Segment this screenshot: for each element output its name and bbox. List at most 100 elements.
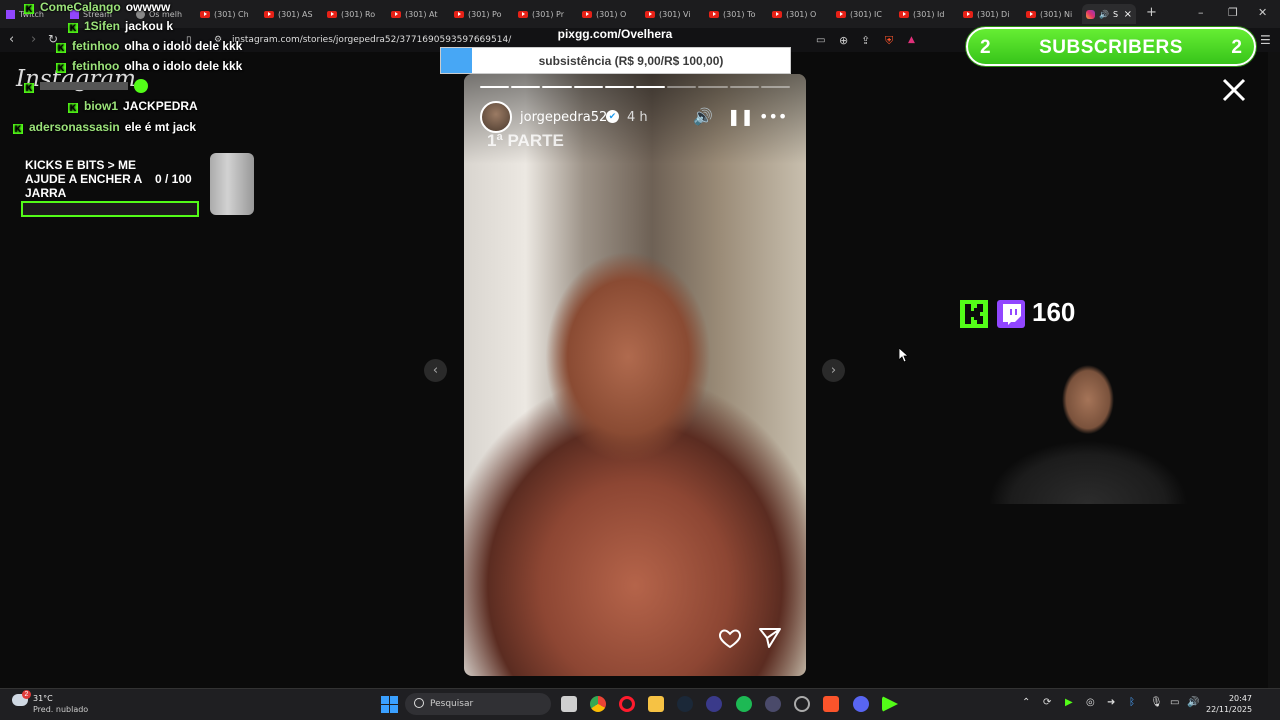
pix-goal-bar: subsistência (R$ 9,00/R$ 100,00): [440, 47, 791, 74]
brave-rewards-icon[interactable]: ▲: [908, 35, 915, 45]
browser-tab[interactable]: (301) Id: [899, 4, 953, 24]
next-story-icon[interactable]: ›: [822, 359, 845, 382]
previous-story-icon[interactable]: ‹: [424, 359, 447, 382]
chat-message: Kadersonassasin ele é mt jack: [13, 120, 196, 134]
file-explorer-icon[interactable]: [648, 696, 664, 712]
chat-text: olha o idolo dele kkk: [124, 39, 243, 53]
emote-icon: [134, 79, 148, 93]
avatar[interactable]: [480, 101, 512, 133]
tray-app-icon[interactable]: ◎: [1086, 697, 1095, 708]
taskbar-search[interactable]: [405, 693, 551, 715]
back-icon[interactable]: ‹: [9, 32, 14, 47]
new-tab-icon[interactable]: +: [1146, 5, 1157, 20]
windows-start-icon[interactable]: [381, 696, 398, 713]
kick-badge-icon: K: [68, 103, 78, 113]
story-progress-segment: [667, 86, 697, 88]
browser-tab[interactable]: (301) Ch: [200, 4, 254, 24]
story-viewer[interactable]: [464, 74, 806, 676]
chat-text: ele é mt jack: [124, 120, 197, 134]
brave-shield-icon[interactable]: ⛨: [885, 34, 893, 48]
minimize-icon[interactable]: –: [1198, 6, 1204, 19]
spotify-icon[interactable]: [736, 696, 752, 712]
twitch-icon: [997, 300, 1025, 328]
subs-label: SUBSCRIBERS: [1039, 37, 1183, 58]
tray-sync-icon[interactable]: ⟳: [1043, 697, 1051, 708]
bluetooth-icon[interactable]: ᛒ: [1129, 697, 1135, 708]
close-tab-icon[interactable]: ×: [1124, 9, 1132, 20]
browser-tab[interactable]: (301) O: [582, 4, 636, 24]
window-close-icon[interactable]: ✕: [1258, 6, 1267, 19]
jar-icon: [210, 153, 254, 215]
forward-icon[interactable]: ›: [31, 32, 36, 47]
browser-tab[interactable]: (301) At: [391, 4, 445, 24]
chat-message: K ComeCalango owwww: [24, 0, 170, 14]
tray-play-icon[interactable]: ▶: [1065, 697, 1073, 708]
close-icon[interactable]: [1220, 76, 1248, 104]
browser-tab[interactable]: (301) Di: [963, 4, 1017, 24]
tab-label: (301) O: [596, 9, 627, 19]
send-icon[interactable]: [758, 626, 782, 650]
volume-icon[interactable]: 🔊: [693, 107, 713, 126]
microphone-icon[interactable]: 🎙: [1150, 697, 1163, 708]
browser-tab[interactable]: (301) To: [709, 4, 763, 24]
app-icon[interactable]: [765, 696, 781, 712]
browser-tab[interactable]: (301) Pr: [518, 4, 572, 24]
tab-label: (301) AS: [278, 9, 313, 19]
tab-label: (301) Di: [977, 9, 1010, 19]
browser-tab-bar: Twitch Stream Os melh (301) Ch (301) AS …: [0, 0, 1280, 28]
youtube-icon: [200, 10, 210, 18]
pause-icon[interactable]: ❚❚: [727, 107, 754, 126]
story-time: 4 h: [627, 110, 648, 125]
kick-badge-icon: K: [68, 23, 78, 33]
browser-tab[interactable]: (301) IC: [836, 4, 890, 24]
tray-arrow-icon[interactable]: ➜: [1107, 697, 1115, 708]
browser-tab[interactable]: (301) Ni: [1026, 4, 1080, 24]
youtube-icon: [709, 10, 719, 18]
share-page-icon[interactable]: ⇪: [861, 34, 870, 47]
chrome-icon[interactable]: [590, 696, 606, 712]
browser-tab-active[interactable]: 🔊 S ×: [1082, 4, 1136, 24]
browser-tab[interactable]: (301) AS: [264, 4, 318, 24]
chat-text: olha o idolo dele kkk: [124, 59, 243, 73]
taskbar-date[interactable]: 22/11/2025: [1206, 705, 1252, 714]
heart-icon[interactable]: [718, 626, 742, 650]
speaker-icon: 🔊: [1099, 9, 1109, 19]
discord-icon[interactable]: [853, 696, 869, 712]
pix-goal-label: subsistência (R$ 9,00/R$ 100,00): [538, 54, 724, 68]
weather-temp[interactable]: 31°C: [33, 694, 53, 703]
chat-nick: adersonassasin: [29, 120, 120, 134]
browser-tab[interactable]: (301) Vi: [645, 4, 699, 24]
brave-icon[interactable]: [823, 696, 839, 712]
task-view-icon[interactable]: [561, 696, 577, 712]
volume-tray-icon[interactable]: 🔊: [1187, 697, 1199, 708]
more-options-icon[interactable]: •••: [759, 107, 787, 126]
tab-label: (301) Po: [468, 9, 502, 19]
steam-icon[interactable]: [677, 696, 693, 712]
menu-icon[interactable]: ☰: [1260, 33, 1271, 47]
story-username[interactable]: jorgepedra52: [520, 110, 607, 125]
kick-badge-icon: K: [56, 43, 66, 53]
zoom-icon[interactable]: ⊕: [839, 34, 848, 47]
browser-tab[interactable]: (301) O: [772, 4, 826, 24]
opera-icon[interactable]: [619, 696, 635, 712]
story-progress-segment: [698, 86, 728, 88]
story-progress-segment: [760, 86, 790, 88]
browser-tab[interactable]: (301) Po: [454, 4, 508, 24]
weather-desc[interactable]: Pred. nublado: [33, 705, 88, 714]
youtube-icon: [391, 10, 401, 18]
obs-icon[interactable]: [794, 696, 810, 712]
scrollbar[interactable]: [1268, 52, 1280, 688]
pix-goal-fill: [441, 48, 473, 73]
chat-message: Kfetinhoo olha o idolo dele kkk: [56, 39, 242, 53]
app-icon[interactable]: [706, 696, 722, 712]
tray-expand-icon[interactable]: ⌃: [1022, 697, 1030, 708]
taskbar-clock[interactable]: 20:47: [1206, 694, 1252, 703]
youtube-icon: [645, 10, 655, 18]
tab-label: (301) To: [723, 9, 756, 19]
browser-tab[interactable]: (301) Ro: [327, 4, 381, 24]
subscribers-counter: 2 SUBSCRIBERS 2: [966, 27, 1256, 66]
cast-icon[interactable]: ▭: [816, 35, 825, 46]
chat-nick: 1Sifen: [84, 19, 121, 33]
network-icon[interactable]: ▭: [1170, 697, 1179, 708]
restore-icon[interactable]: ❐: [1228, 6, 1238, 19]
